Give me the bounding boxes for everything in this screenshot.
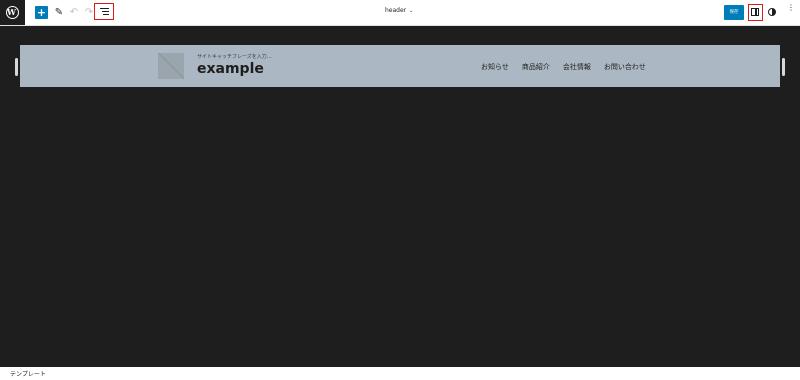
editor-footer: テンプレート	[0, 367, 800, 380]
redo-icon[interactable]: ↷	[84, 6, 94, 19]
nav-item-products[interactable]: 商品紹介	[522, 62, 550, 72]
list-view-button[interactable]	[94, 3, 114, 20]
chevron-down-icon: ⌄	[409, 7, 414, 14]
block-breadcrumb[interactable]: テンプレート	[10, 369, 46, 378]
more-options-icon[interactable]: ⋮	[787, 4, 795, 12]
settings-sidebar-button[interactable]	[748, 4, 763, 21]
resize-handle-left[interactable]	[15, 58, 18, 76]
add-block-button[interactable]: +	[35, 6, 48, 19]
site-logo-placeholder[interactable]	[158, 53, 184, 79]
list-view-icon	[100, 8, 109, 17]
site-title[interactable]: example	[197, 61, 264, 77]
document-title-dropdown[interactable]: header ⌄	[385, 7, 413, 14]
save-button[interactable]: 保存	[724, 5, 744, 20]
nav-item-contact[interactable]: お問い合わせ	[604, 62, 646, 72]
nav-item-news[interactable]: お知らせ	[481, 62, 509, 72]
header-template-part[interactable]: サイトキャッチフレーズを入力… example お知らせ 商品紹介 会社情報 お…	[20, 45, 780, 87]
wordpress-logo-icon[interactable]: W	[0, 0, 25, 25]
styles-contrast-icon[interactable]	[768, 8, 776, 16]
editor-toolbar: W + ✎ ↶ ↷ header ⌄ 保存 ⋮	[0, 0, 800, 26]
editor-canvas[interactable]: サイトキャッチフレーズを入力… example お知らせ 商品紹介 会社情報 お…	[0, 26, 800, 367]
sidebar-settings-icon	[751, 8, 759, 16]
pencil-icon[interactable]: ✎	[53, 6, 65, 19]
document-title: header	[385, 7, 407, 14]
navigation-menu: お知らせ 商品紹介 会社情報 お問い合わせ	[481, 62, 646, 72]
nav-item-company[interactable]: 会社情報	[563, 62, 591, 72]
site-tagline[interactable]: サイトキャッチフレーズを入力…	[197, 53, 272, 60]
resize-handle-right[interactable]	[782, 58, 785, 76]
logo-letter: W	[7, 7, 16, 17]
undo-icon[interactable]: ↶	[69, 6, 79, 19]
